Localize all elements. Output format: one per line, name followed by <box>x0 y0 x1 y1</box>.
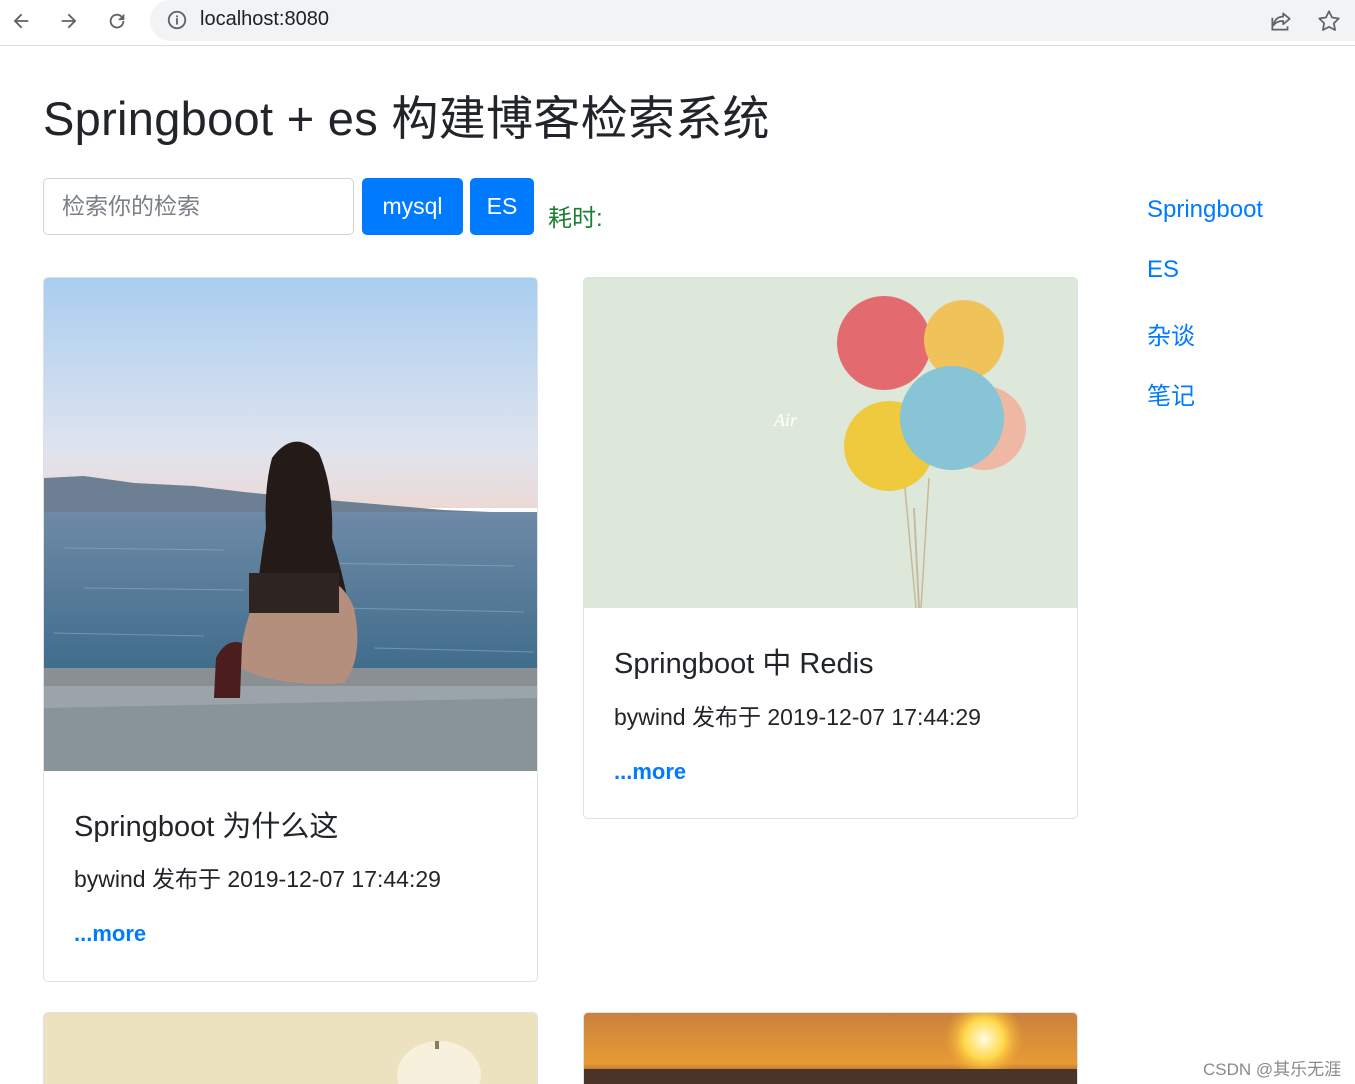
post-card <box>583 1012 1078 1084</box>
info-icon[interactable] <box>166 9 188 31</box>
post-meta: bywind 发布于 2019-12-07 17:44:29 <box>614 704 981 730</box>
read-more-link[interactable]: ...more <box>614 759 686 785</box>
sidebar-item-springboot[interactable]: Springboot <box>1147 196 1263 224</box>
es-search-button[interactable]: ES <box>470 178 534 235</box>
svg-text:Air: Air <box>773 410 798 430</box>
post-title[interactable]: Springboot 为什么这 <box>74 803 338 845</box>
read-more-link[interactable]: ...more <box>74 921 146 947</box>
forward-arrow-icon[interactable] <box>54 6 84 36</box>
post-cover-image[interactable] <box>584 1013 1077 1084</box>
post-cover-image[interactable] <box>44 1013 537 1084</box>
post-meta: bywind 发布于 2019-12-07 17:44:29 <box>74 866 441 892</box>
post-cover-image[interactable]: Air <box>584 278 1077 608</box>
mysql-search-button[interactable]: mysql <box>362 178 463 235</box>
page-title: Springboot + es 构建博客检索系统 <box>43 92 770 145</box>
post-card: Springboot 为什么这 bywind 发布于 2019-12-07 17… <box>43 277 538 982</box>
sidebar-item-zatan[interactable]: 杂谈 <box>1147 316 1195 351</box>
url-text[interactable]: localhost:8080 <box>200 8 329 31</box>
post-cover-image[interactable] <box>44 278 537 771</box>
reload-icon[interactable] <box>102 6 132 36</box>
back-arrow-icon[interactable] <box>6 6 36 36</box>
watermark: CSDN @其乐无涯 <box>1203 1060 1342 1079</box>
post-card <box>43 1012 538 1084</box>
sidebar-item-notes[interactable]: 笔记 <box>1147 376 1195 411</box>
browser-toolbar: localhost:8080 <box>0 0 1355 46</box>
search-input[interactable] <box>43 178 354 235</box>
star-icon[interactable] <box>1316 8 1342 34</box>
share-icon[interactable] <box>1268 8 1294 34</box>
post-title[interactable]: Springboot 中 Redis <box>614 640 874 682</box>
address-bar[interactable]: localhost:8080 <box>150 0 1355 41</box>
elapsed-time-label: 耗时: <box>548 205 603 232</box>
sidebar-item-es[interactable]: ES <box>1147 256 1179 284</box>
post-card: Air Springboot 中 Redis bywind 发布于 2019-1… <box>583 277 1078 819</box>
